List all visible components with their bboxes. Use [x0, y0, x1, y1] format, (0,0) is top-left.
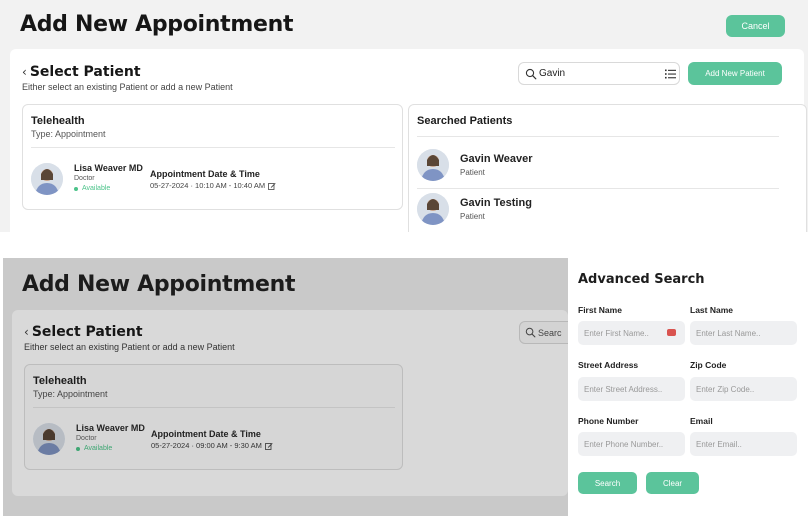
search-input[interactable]: [539, 68, 649, 79]
email-field[interactable]: [690, 432, 797, 456]
appointment-card[interactable]: Telehealth Type: Appointment Lisa Weaver…: [22, 104, 403, 210]
appointment-datetime: 05-27-2024 · 10:10 AM - 10:40 AM: [150, 181, 276, 190]
main-card: ‹ Select Patient Either select an existi…: [10, 49, 807, 232]
zip-code-field[interactable]: [690, 377, 797, 401]
patient-name: Gavin Testing: [460, 197, 532, 209]
patient-role: Patient: [460, 168, 485, 177]
search-icon: [525, 68, 537, 79]
doctor-name: Lisa Weaver MD: [76, 423, 145, 433]
bottom-screen: Add New Appointment ‹ Select Patient Eit…: [0, 258, 808, 516]
patient-name: Gavin Weaver: [460, 153, 533, 165]
doctor-avatar: [33, 423, 65, 455]
advanced-search-panel: Advanced Search First Name Last Name Str…: [568, 258, 808, 516]
doctor-role: Doctor: [74, 175, 95, 182]
searched-patients-title: Searched Patients: [417, 115, 513, 127]
doctor-status: Available: [74, 185, 110, 192]
page-title: Add New Appointment: [22, 272, 296, 297]
select-patient-header: ‹ Select Patient: [24, 324, 143, 340]
last-name-label: Last Name: [690, 305, 733, 315]
street-address-field[interactable]: [578, 377, 685, 401]
add-new-patient-button[interactable]: Add New Patient: [688, 62, 782, 85]
edit-icon: [265, 442, 273, 450]
street-address-label: Street Address: [578, 360, 639, 370]
clear-button[interactable]: Clear: [646, 472, 699, 494]
appointment-type: Type: Appointment: [31, 129, 106, 139]
last-name-field[interactable]: [690, 321, 797, 345]
page-title: Add New Appointment: [20, 12, 294, 37]
patient-avatar: [417, 149, 449, 181]
appointment-datetime-label: Appointment Date & Time: [151, 429, 261, 439]
first-name-label: First Name: [578, 305, 622, 315]
list-icon[interactable]: [665, 69, 676, 79]
password-manager-icon[interactable]: [667, 329, 676, 336]
main-card-dimmed: ‹ Select Patient Either select an existi…: [12, 310, 579, 496]
divider: [33, 407, 395, 408]
section-subtitle: Either select an existing Patient or add…: [24, 342, 235, 352]
email-label: Email: [690, 416, 713, 426]
cancel-button[interactable]: Cancel: [726, 15, 785, 37]
appointment-datetime-label: Appointment Date & Time: [150, 169, 260, 179]
searched-patients-card: Searched Patients Gavin Weaver Patient G…: [408, 104, 807, 232]
dimmed-background: Add New Appointment ‹ Select Patient Eit…: [3, 258, 579, 516]
status-label: Available: [84, 445, 113, 452]
patient-avatar: [417, 193, 449, 225]
appointment-type: Type: Appointment: [33, 389, 108, 399]
appointment-datetime: 05-27-2024 · 09:00 AM - 9:30 AM: [151, 441, 273, 450]
divider: [31, 147, 395, 148]
edit-icon[interactable]: [268, 182, 276, 190]
section-title: Select Patient: [29, 64, 141, 80]
zip-code-label: Zip Code: [690, 360, 727, 370]
phone-number-field[interactable]: [578, 432, 685, 456]
status-label: Available: [82, 185, 111, 192]
chevron-left-icon: ‹: [24, 325, 29, 339]
status-dot-icon: [74, 186, 78, 191]
appointment-title: Telehealth: [31, 115, 85, 127]
patient-role: Patient: [460, 212, 485, 221]
search-button[interactable]: Search: [578, 472, 637, 494]
patient-search[interactable]: [518, 62, 680, 85]
appointment-card-dimmed: Telehealth Type: Appointment Lisa Weaver…: [24, 364, 403, 470]
doctor-status: Available: [76, 445, 112, 452]
search-placeholder: Searc: [538, 327, 562, 338]
status-dot-icon: [76, 446, 80, 451]
appointment-title: Telehealth: [33, 375, 87, 387]
doctor-role: Doctor: [76, 435, 97, 442]
section-title: Select Patient: [31, 324, 143, 340]
appointment-datetime-value: 05-27-2024 · 10:10 AM - 10:40 AM: [150, 181, 266, 190]
phone-number-label: Phone Number: [578, 416, 639, 426]
appointment-datetime-value: 05-27-2024 · 09:00 AM - 9:30 AM: [151, 441, 262, 450]
search-icon: [525, 327, 536, 338]
patient-row[interactable]: Gavin Testing Patient: [409, 185, 789, 229]
advanced-search-title: Advanced Search: [578, 272, 705, 287]
top-screen: Add New Appointment Cancel ‹ Select Pati…: [0, 0, 808, 232]
section-subtitle: Either select an existing Patient or add…: [22, 82, 233, 92]
chevron-left-icon[interactable]: ‹: [22, 65, 27, 79]
divider: [417, 136, 779, 137]
patient-row[interactable]: Gavin Weaver Patient: [409, 140, 789, 184]
doctor-avatar: [31, 163, 63, 195]
select-patient-header[interactable]: ‹ Select Patient: [22, 64, 141, 80]
doctor-name: Lisa Weaver MD: [74, 163, 143, 173]
